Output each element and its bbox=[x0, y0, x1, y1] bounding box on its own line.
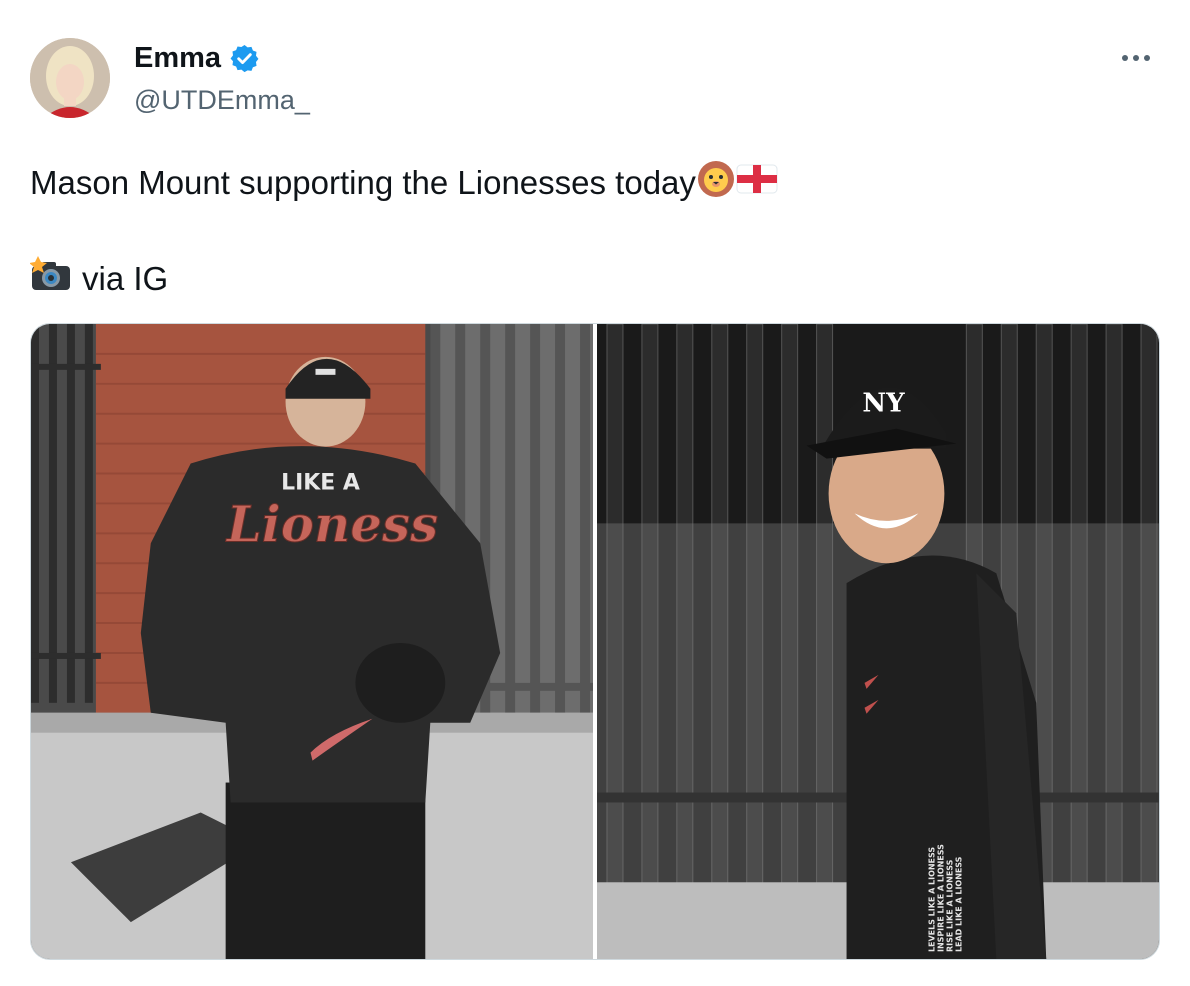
tweet-text-line: Mason Mount supporting the Lionesses tod… bbox=[30, 158, 778, 207]
avatar[interactable] bbox=[30, 38, 110, 118]
tweet-text: Mason Mount supporting the Lionesses tod… bbox=[30, 163, 696, 201]
sleeve-text-1: LEVELS LIKE A LIONESS bbox=[927, 847, 936, 952]
via-line: via IG bbox=[29, 254, 169, 303]
shirt-print-top: LIKE A bbox=[281, 470, 360, 495]
verified-badge-icon bbox=[229, 43, 260, 74]
shirt-print-main: Lioness bbox=[225, 494, 439, 553]
photo-front-view[interactable]: NY LEVELS LIKE A LIONESS INSPIRE LIKE A … bbox=[597, 324, 1159, 959]
author-display-name[interactable]: Emma bbox=[134, 40, 221, 76]
lion-face-emoji bbox=[696, 158, 736, 207]
camera-with-flash-emoji bbox=[29, 254, 72, 303]
author-name-row[interactable]: Emma bbox=[134, 40, 260, 76]
via-text: via IG bbox=[82, 259, 169, 297]
more-options-icon[interactable] bbox=[1122, 50, 1162, 66]
author-handle[interactable]: @UTDEmma_ bbox=[134, 83, 310, 117]
sleeve-text-2: INSPIRE LIKE A LIONESS bbox=[936, 844, 945, 952]
sleeve-text-4: LEAD LIKE A LIONESS bbox=[954, 856, 963, 952]
england-flag-emoji bbox=[736, 163, 778, 203]
sleeve-text-3: RISE LIKE A LIONESS bbox=[945, 859, 954, 952]
photo-back-view[interactable]: LIKE A Lioness bbox=[31, 324, 593, 959]
cap-logo: NY bbox=[862, 389, 905, 419]
tweet-media-grid: LIKE A Lioness NY LEVELS LIKE A LIONESS … bbox=[30, 323, 1160, 960]
